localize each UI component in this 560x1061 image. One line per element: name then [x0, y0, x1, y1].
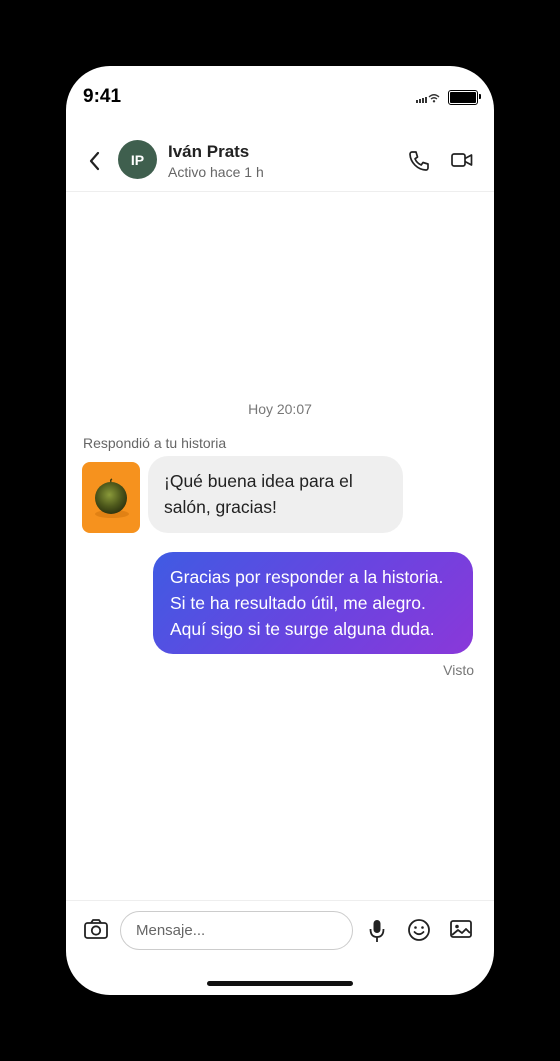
seen-status: Visto	[443, 662, 474, 678]
home-indicator	[207, 981, 353, 986]
video-camera-icon[interactable]	[451, 152, 473, 168]
chat-timestamp: Hoy 20:07	[248, 401, 312, 417]
story-thumbnail[interactable]	[82, 462, 140, 533]
signal-icon	[416, 97, 427, 103]
phone-icon[interactable]	[407, 149, 431, 173]
status-time: 9:41	[83, 86, 122, 107]
contact-status: Activo hace 1 h	[168, 164, 264, 180]
story-reply-label: Respondió a tu historia	[83, 435, 227, 451]
battery-icon	[448, 90, 481, 105]
sent-message-bubble[interactable]: Gracias por responder a la historia. Si …	[153, 552, 473, 654]
contact-name[interactable]: Iván Prats	[168, 142, 249, 162]
chat-header: IP Iván Prats Activo hace 1 h	[66, 128, 494, 192]
phone-screen: 9:41 IP Iván Prats Activo hace 1 h Hoy 2…	[66, 66, 494, 995]
status-bar: 9:41	[66, 66, 494, 128]
message-composer	[66, 900, 494, 961]
microphone-icon[interactable]	[368, 918, 386, 944]
back-icon[interactable]	[86, 150, 104, 172]
emoji-icon[interactable]	[407, 918, 431, 942]
wifi-icon	[428, 94, 440, 103]
received-message-bubble[interactable]: ¡Qué buena idea para el salón, gracias!	[148, 456, 403, 533]
message-input[interactable]	[120, 911, 353, 950]
fruit-image	[95, 478, 129, 518]
camera-icon[interactable]	[83, 918, 109, 940]
avatar[interactable]: IP	[118, 140, 157, 179]
image-icon[interactable]	[449, 919, 473, 939]
